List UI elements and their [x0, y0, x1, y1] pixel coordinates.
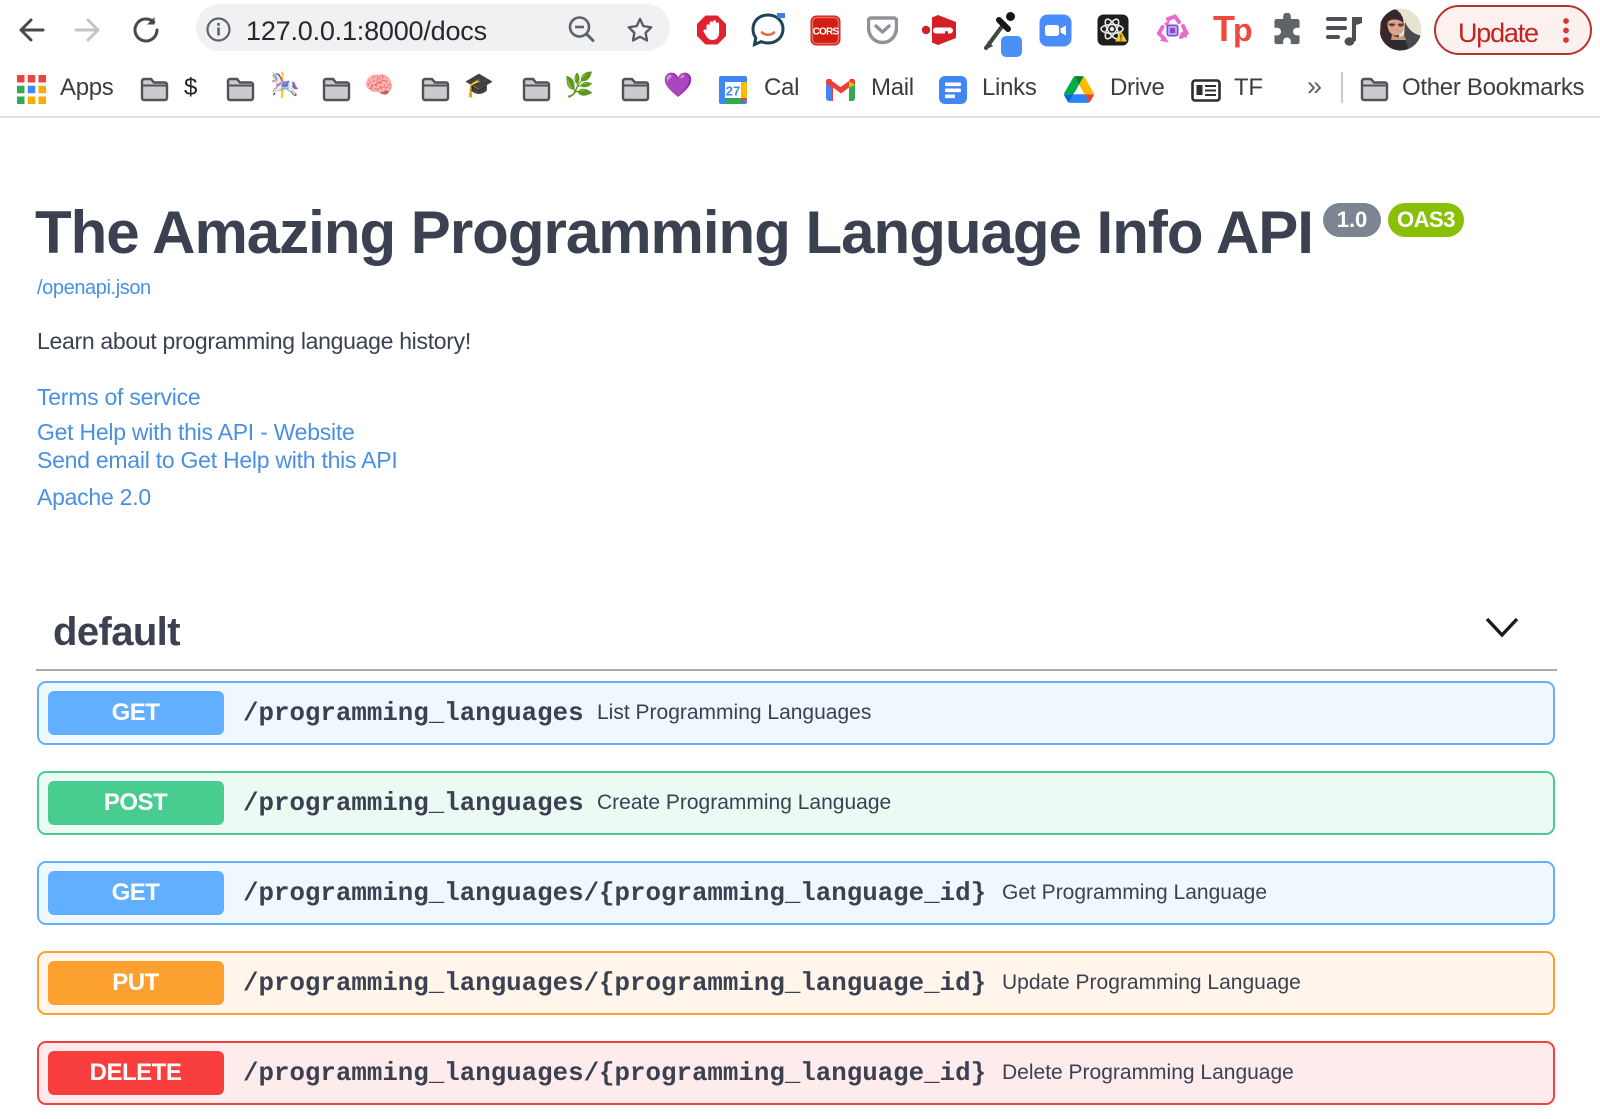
- svg-text:27: 27: [726, 84, 740, 99]
- svg-text:!: !: [1120, 34, 1123, 43]
- svg-text:CORS: CORS: [813, 27, 840, 38]
